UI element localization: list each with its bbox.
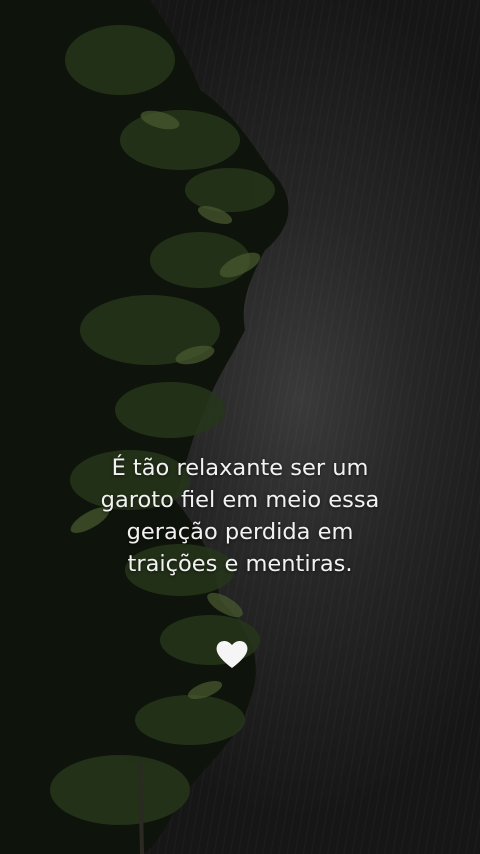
tree-foliage xyxy=(0,0,289,854)
caption-text: É tão relaxante ser um garoto fiel em me… xyxy=(0,452,480,580)
caption-line: É tão relaxante ser um xyxy=(111,455,369,481)
night-rain-photo: É tão relaxante ser um garoto fiel em me… xyxy=(0,0,480,854)
caption-line: traições e mentiras. xyxy=(127,551,353,577)
white-heart-icon xyxy=(216,640,248,668)
caption-line: geração perdida em xyxy=(126,519,354,545)
caption-line: garoto fiel em meio essa xyxy=(100,487,380,513)
